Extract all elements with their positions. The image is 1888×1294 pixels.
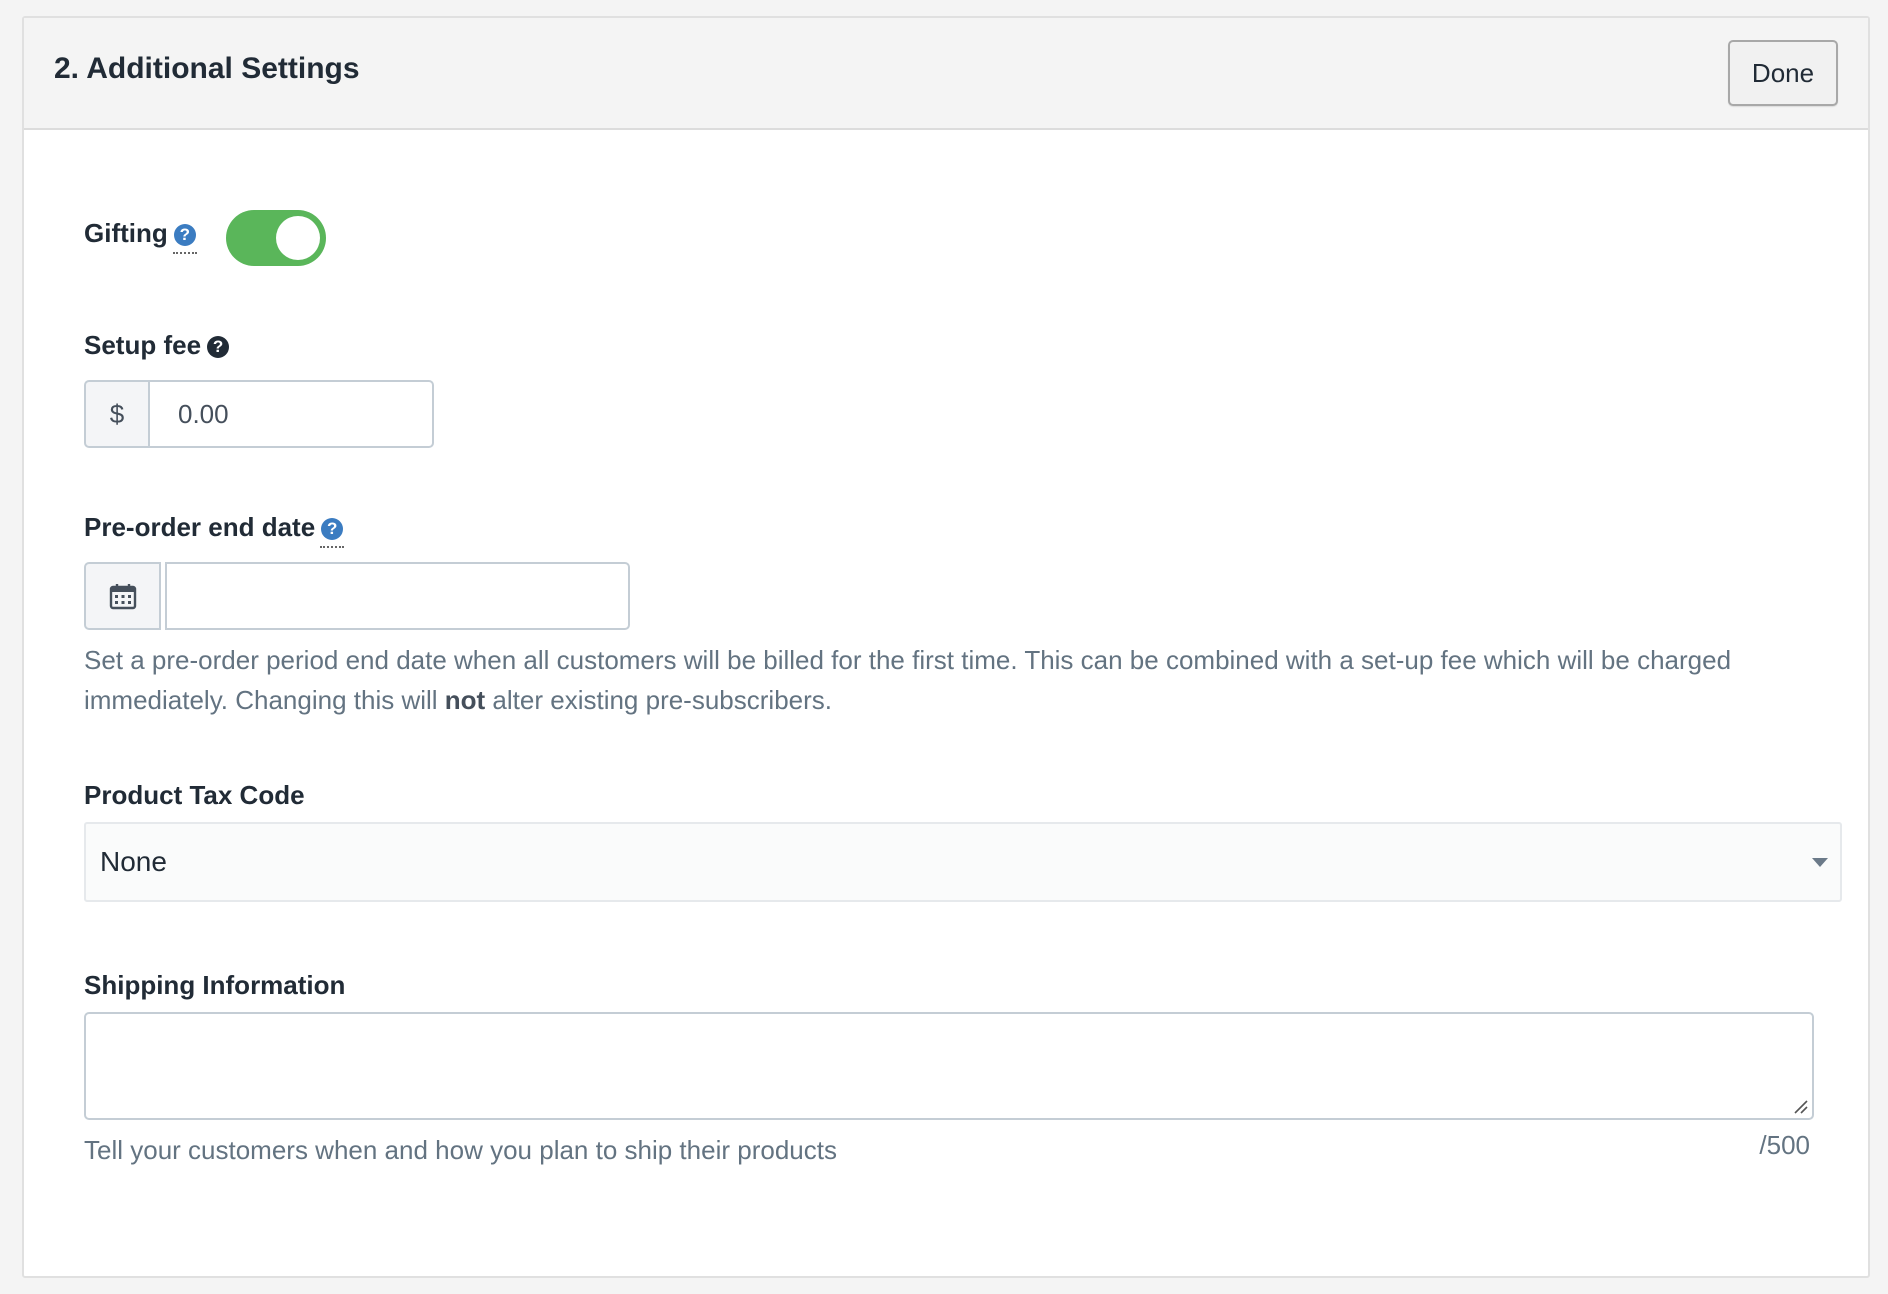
calendar-addon[interactable] xyxy=(84,562,162,630)
done-button[interactable]: Done xyxy=(1728,40,1838,106)
preorder-label-row: Pre-order end date? xyxy=(84,512,345,548)
preorder-help-before: Set a pre-order period end date when all… xyxy=(84,645,1732,715)
gifting-help-icon[interactable]: ? xyxy=(172,224,197,254)
panel-header: 2. Additional Settings Done xyxy=(24,18,1868,130)
preorder-help-after: alter existing pre-subscribers. xyxy=(485,685,833,715)
shipping-textarea[interactable] xyxy=(84,1012,1814,1120)
preorder-date-input[interactable] xyxy=(165,562,630,630)
tax-code-label: Product Tax Code xyxy=(84,780,305,810)
tax-code-select[interactable]: None xyxy=(84,822,1842,902)
toggle-knob xyxy=(276,216,320,260)
gifting-label-row: Gifting? xyxy=(84,218,197,254)
setup-fee-group: $ xyxy=(84,380,434,448)
shipping-char-counter: /500 xyxy=(1759,1130,1810,1160)
preorder-label: Pre-order end date xyxy=(84,512,316,542)
gifting-label: Gifting xyxy=(84,218,168,248)
panel-title: 2. Additional Settings xyxy=(54,52,360,85)
preorder-date-group xyxy=(84,562,630,630)
preorder-help-bold: not xyxy=(444,685,486,715)
currency-addon: $ xyxy=(84,380,150,448)
shipping-label: Shipping Information xyxy=(84,970,346,1000)
setup-fee-label: Setup fee xyxy=(84,330,202,360)
preorder-help-icon[interactable]: ? xyxy=(320,518,345,548)
setup-fee-label-row: Setup fee? xyxy=(84,330,230,361)
tax-code-selected: None xyxy=(100,846,167,877)
shipping-help-text: Tell your customers when and how you pla… xyxy=(84,1135,837,1165)
resize-handle-icon[interactable] xyxy=(1792,1098,1808,1114)
gifting-toggle[interactable] xyxy=(226,210,326,266)
preorder-help-text: Set a pre-order period end date when all… xyxy=(84,640,1824,720)
setup-fee-input[interactable] xyxy=(150,380,434,448)
calendar-icon xyxy=(109,584,136,610)
chevron-down-icon xyxy=(1812,858,1828,867)
setup-fee-help-icon[interactable]: ? xyxy=(207,336,230,358)
